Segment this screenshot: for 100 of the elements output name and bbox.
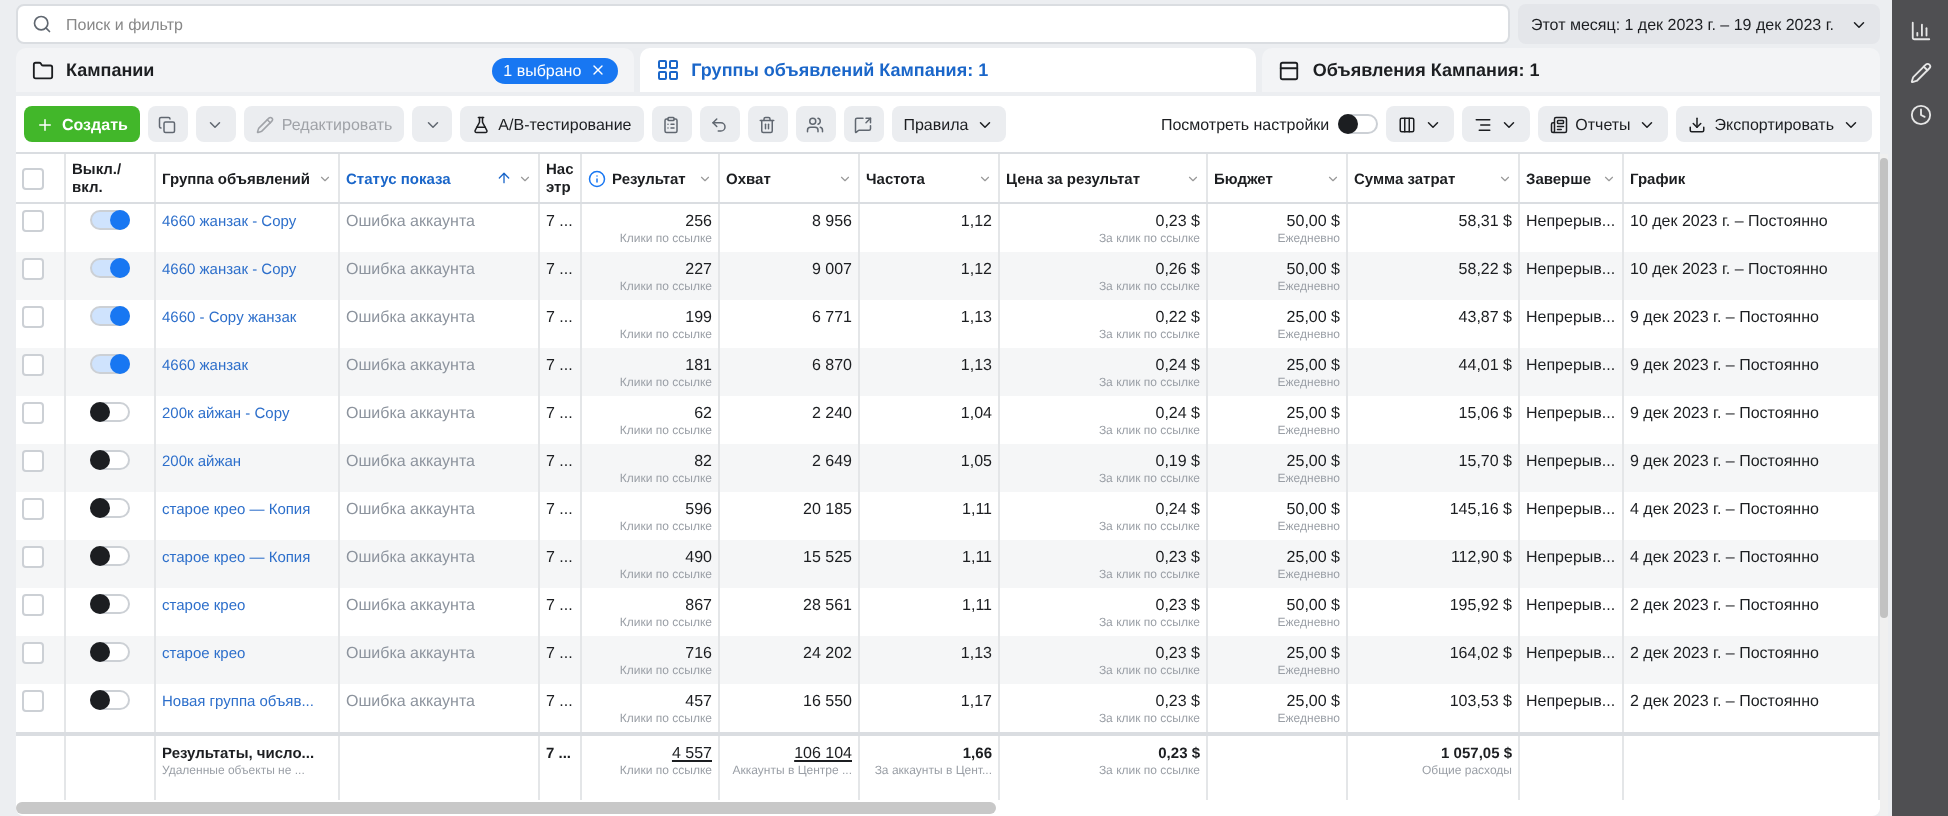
cell-value: 1,05: [960, 450, 992, 472]
cell-value: 50,00 $: [1286, 258, 1340, 280]
toggle-switch[interactable]: [90, 402, 130, 422]
select-all-checkbox[interactable]: [22, 167, 44, 189]
toggle-switch[interactable]: [90, 450, 130, 470]
cell-value: 0,19 $: [1155, 450, 1200, 472]
cell-value: 7 ...: [546, 210, 573, 232]
caret-icon: [1602, 171, 1616, 185]
cell-value: 103,53 $: [1449, 690, 1512, 712]
cell-value: Ошибка аккаунта: [346, 306, 475, 328]
cell-value: 0,23 $: [1155, 642, 1200, 664]
tab[interactable]: Объявления Кампания: 1: [1262, 48, 1881, 92]
row-checkbox[interactable]: [22, 498, 44, 520]
cell-value: 227: [685, 258, 712, 280]
cell-value: 7 ...: [546, 354, 573, 376]
cell-value: 145,16 $: [1449, 498, 1512, 520]
row-checkbox[interactable]: [22, 354, 44, 376]
row-checkbox[interactable]: [22, 546, 44, 568]
selection-badge[interactable]: 1 выбрано: [491, 57, 618, 83]
cell-value: Ошибка аккаунта: [346, 258, 475, 280]
report-icon: [1549, 115, 1568, 133]
toggle-switch[interactable]: [90, 306, 130, 326]
toggle-switch[interactable]: [90, 690, 130, 710]
users-button[interactable]: [795, 106, 836, 142]
cell-value: Ошибка аккаунта: [346, 546, 475, 568]
cell-value: 0,23 $: [1155, 594, 1200, 616]
cell-value: Непрерыв...: [1526, 210, 1616, 232]
cell-value: 1,13: [960, 354, 992, 376]
info-icon: [588, 169, 606, 187]
export-button[interactable]: Экспортировать: [1676, 106, 1872, 142]
cell-value: 195,92 $: [1449, 594, 1512, 616]
cell-value: 10 дек 2023 г. – Постоянно: [1630, 210, 1828, 232]
cell-value: 181: [685, 354, 712, 376]
pencil-icon: [255, 115, 274, 133]
caret-icon: [838, 171, 852, 185]
folder-icon: [32, 59, 54, 81]
cell-value: 7 ...: [546, 690, 573, 712]
undo-button[interactable]: [699, 106, 740, 142]
toggle-switch[interactable]: [90, 258, 130, 278]
lines-icon: [1473, 115, 1492, 133]
caret-icon: [1326, 171, 1340, 185]
cell-value: 2 649: [811, 450, 852, 472]
flask-icon: [472, 115, 491, 133]
cell-value: Непрерыв...: [1526, 690, 1616, 712]
cell-value: 4 557: [671, 742, 712, 764]
preview-button[interactable]: [843, 106, 884, 142]
toggle-switch[interactable]: [90, 546, 130, 566]
row-checkbox[interactable]: [22, 594, 44, 616]
cell-value: 6 771: [811, 306, 852, 328]
clipboard-button[interactable]: [651, 106, 692, 142]
toggle-switch[interactable]: [90, 594, 130, 614]
row-checkbox[interactable]: [22, 642, 44, 664]
cell-value: 1,11: [962, 594, 992, 616]
clipboard-icon: [662, 115, 681, 133]
search-field[interactable]: Поиск и фильтр: [16, 4, 1511, 44]
message-icon: [854, 115, 873, 133]
toggle-switch[interactable]: [90, 210, 130, 230]
clock-icon: [1909, 104, 1931, 126]
cell-value: 9 дек 2023 г. – Постоянно: [1630, 354, 1819, 376]
row-checkbox[interactable]: [22, 402, 44, 424]
row-checkbox[interactable]: [22, 306, 44, 328]
toggle-switch[interactable]: [90, 498, 130, 518]
toggle-switch[interactable]: [90, 354, 130, 374]
breakdown-button[interactable]: [1461, 106, 1530, 142]
cell-value: 50,00 $: [1286, 498, 1340, 520]
cell-value: 7 ...: [546, 546, 573, 568]
cell-value: 1,12: [960, 210, 992, 232]
cell-value: 1,12: [960, 258, 992, 280]
cell-value: 490: [685, 546, 712, 568]
cell-value: 43,87 $: [1458, 306, 1512, 328]
row-checkbox[interactable]: [22, 690, 44, 712]
download-icon: [1688, 115, 1707, 133]
row-checkbox[interactable]: [22, 450, 44, 472]
columns-icon: [1397, 115, 1416, 133]
rules-button[interactable]: Правила: [891, 106, 1007, 142]
view-settings-switch[interactable]: [1337, 114, 1378, 134]
tab[interactable]: Группы объявлений Кампания: 1: [639, 48, 1257, 92]
ab-test-button[interactable]: A/B-тестирование: [460, 106, 644, 142]
reports-button[interactable]: Отчеты: [1537, 106, 1669, 142]
cell-value: 164,02 $: [1449, 642, 1512, 664]
date-range-button[interactable]: Этот месяц: 1 дек 2023 г. – 19 дек 2023 г.: [1518, 4, 1880, 44]
cell-value: 4 дек 2023 г. – Постоянно: [1630, 546, 1819, 568]
row-checkbox[interactable]: [22, 210, 44, 232]
cell-value: 9 дек 2023 г. – Постоянно: [1630, 402, 1819, 424]
cell-value: 0,26 $: [1155, 258, 1200, 280]
delete-button[interactable]: [747, 106, 788, 142]
vertical-scrollbar[interactable]: [1880, 154, 1888, 816]
row-checkbox[interactable]: [22, 258, 44, 280]
cell-value: Непрерыв...: [1526, 258, 1616, 280]
horizontal-scrollbar[interactable]: [16, 802, 996, 814]
trash-icon: [758, 115, 777, 133]
columns-button[interactable]: [1385, 106, 1454, 142]
tab[interactable]: Кампании 1 выбрано: [16, 48, 634, 92]
cell-value: 58,22 $: [1458, 258, 1512, 280]
cell-value: 457: [685, 690, 712, 712]
cell-value: 25,00 $: [1286, 642, 1340, 664]
toggle-switch[interactable]: [90, 642, 130, 662]
duplicate-button[interactable]: [147, 106, 188, 142]
cell-value: 596: [685, 498, 712, 520]
cell-value: Непрерыв...: [1526, 306, 1616, 328]
